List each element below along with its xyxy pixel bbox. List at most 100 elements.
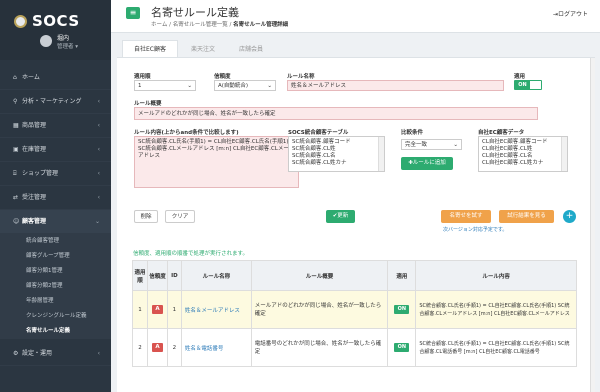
store-name: 堀内 bbox=[57, 35, 70, 42]
subitem-age-groups[interactable]: 年齢層管理 bbox=[0, 294, 111, 309]
sidebar-item-orders[interactable]: ⇄ 受注管理 ‹ bbox=[0, 186, 111, 210]
menu-toggle-button[interactable]: ≡ bbox=[126, 7, 140, 19]
user-menu[interactable]: 管理者 ▾ bbox=[57, 42, 78, 50]
table-row[interactable]: 2 A 2 姓名＆電話番号 電話番号のどれかが同じ場合、姓名が一致したら確定 O… bbox=[132, 328, 577, 367]
subitem-class1[interactable]: 顧客分類1管理 bbox=[0, 264, 111, 279]
breadcrumb: ホーム / 名寄せルール管理一覧 / 名寄せルール管理詳細 bbox=[151, 22, 289, 28]
tab-own-ec[interactable]: 自社EC顧客 bbox=[122, 40, 178, 57]
customer-submenu: 統合顧客管理 顧客グループ管理 顧客分類1管理 顧客分類2管理 年齢層管理 クレ… bbox=[0, 234, 111, 339]
cell-name: 姓名＆メールアドレス bbox=[180, 290, 252, 329]
col-id: ID bbox=[166, 260, 182, 291]
sidebar-item-analytics[interactable]: ⚲ 分析・マーケティング ‹ bbox=[0, 90, 111, 114]
summary-input[interactable]: メールアドのどれかが同じ場合、姓名が一致したら確定 bbox=[134, 107, 538, 120]
subitem-merge-rules[interactable]: 名寄せルール定義 bbox=[0, 324, 111, 339]
cell-summary: 電話番号のどれかが同じ場合、姓名が一致したら確定 bbox=[250, 328, 389, 367]
list-item[interactable]: SC統合顧客.顧客コード bbox=[292, 139, 376, 146]
cell-order: 1 bbox=[132, 290, 148, 329]
rule-link[interactable]: 姓名＆メールアドレス bbox=[185, 308, 240, 314]
table-row[interactable]: 1 A 1 姓名＆メールアドレス メールアドのどれかが同じ場合、姓名が一致したら… bbox=[132, 290, 577, 329]
accuracy-select[interactable]: A(自動統合) ⌄ bbox=[214, 80, 276, 91]
chevron-down-icon: ⌄ bbox=[453, 142, 458, 148]
list-item[interactable]: CL自社EC顧客.CL姓カナ bbox=[482, 160, 559, 167]
cell-order: 2 bbox=[132, 328, 148, 367]
add-icon[interactable]: + bbox=[563, 210, 576, 223]
list-item[interactable]: SC統合顧客.CL姓 bbox=[292, 146, 376, 153]
subitem-class2[interactable]: 顧客分類2管理 bbox=[0, 279, 111, 294]
chevron-down-icon: ⌄ bbox=[94, 218, 100, 225]
col-apply: 適用 bbox=[387, 260, 417, 291]
update-button[interactable]: ✔更新 bbox=[326, 210, 355, 223]
logout-link[interactable]: ⇥ログアウト bbox=[553, 9, 588, 18]
rule-link[interactable]: 姓名＆電話番号 bbox=[185, 346, 224, 352]
accuracy-label: 信頼度 bbox=[214, 74, 231, 80]
chevron-left-icon: ‹ bbox=[97, 98, 100, 105]
socs-field-list[interactable]: SC統合顧客.顧客コード SC統合顧客.CL姓 SC統合顧客.CL名 SC統合顧… bbox=[288, 136, 385, 172]
view-results-button[interactable]: 試行結果を見る bbox=[499, 210, 554, 223]
tab-store-members[interactable]: 店舗会員 bbox=[228, 41, 274, 58]
avatar bbox=[40, 35, 52, 47]
subitem-customer-groups[interactable]: 顧客グループ管理 bbox=[0, 249, 111, 264]
sidebar-item-customers[interactable]: ☺ 顧客管理 ⌄ bbox=[0, 210, 111, 234]
list-item[interactable]: CL自社EC顧客.顧客コード bbox=[482, 139, 559, 146]
chevron-left-icon: ‹ bbox=[97, 122, 100, 129]
subitem-cleansing-rules[interactable]: クレンジングルール定義 bbox=[0, 309, 111, 324]
sidebar: SOCS 堀内 管理者 ▾ ⌂ ホーム ⚲ 分析・マーケティング ‹ ▦ 商品管理 ‹ ▣… bbox=[0, 0, 111, 392]
col-order: 適用順 bbox=[132, 260, 148, 291]
accuracy-badge: A bbox=[151, 343, 163, 352]
stock-icon: ▣ bbox=[13, 146, 19, 153]
tab-rakuten[interactable]: 楽天注文 bbox=[180, 41, 226, 58]
apply-badge: ON bbox=[394, 343, 410, 352]
ec-field-list[interactable]: CL自社EC顧客.顧客コード CL自社EC顧客.CL姓 CL自社EC顧客.CL名… bbox=[478, 136, 568, 172]
chart-icon: ⚲ bbox=[13, 98, 18, 105]
rule-content-textarea[interactable]: SC統合顧客.CL氏名(手順1) = CL自社EC顧客.CL氏名(手順1) SC… bbox=[134, 136, 299, 188]
scrollbar[interactable] bbox=[590, 58, 595, 392]
sidebar-item-inventory[interactable]: ▣ 在庫管理 ‹ bbox=[0, 138, 111, 162]
sidebar-item-shop[interactable]: ⌸ ショップ管理 ‹ bbox=[0, 162, 111, 186]
shop-icon: ⌸ bbox=[13, 170, 17, 177]
cell-accuracy: A bbox=[146, 328, 168, 367]
chevron-down-icon: ⌄ bbox=[267, 83, 272, 89]
list-scrollbar[interactable] bbox=[378, 137, 384, 171]
list-item[interactable]: SC統合顧客.CL姓カナ bbox=[292, 160, 376, 167]
list-scrollbar[interactable] bbox=[561, 137, 567, 171]
breadcrumb-current: 名寄せルール管理詳細 bbox=[233, 22, 289, 28]
list-item[interactable]: CL自社EC顧客.CL姓 bbox=[482, 146, 559, 153]
table-note: 信頼度、適用順の順番で処理が実行されます。 bbox=[133, 251, 248, 257]
apply-toggle[interactable]: ON bbox=[514, 80, 542, 90]
accuracy-badge: A bbox=[151, 305, 163, 314]
cell-id: 2 bbox=[166, 328, 182, 367]
col-accuracy: 信頼度 bbox=[146, 260, 168, 291]
sidebar-item-home[interactable]: ⌂ ホーム bbox=[0, 66, 111, 90]
order-select[interactable]: 1 ⌄ bbox=[134, 80, 196, 91]
col-name: ルール名称 bbox=[180, 260, 252, 291]
sidebar-item-settings[interactable]: ⚙ 設定・運用 ‹ bbox=[0, 342, 111, 366]
cell-summary: メールアドのどれかが同じ場合、姓名が一致したら確定 bbox=[250, 290, 389, 329]
breadcrumb-list[interactable]: 名寄せルール管理一覧 bbox=[173, 22, 228, 28]
cell-apply: ON bbox=[387, 290, 417, 329]
condition-select[interactable]: 完全一致 ⌄ bbox=[401, 139, 462, 150]
box-icon: ▦ bbox=[13, 122, 19, 129]
delete-button[interactable]: 削除 bbox=[134, 210, 158, 223]
gear-icon: ⚙ bbox=[13, 350, 19, 357]
list-item[interactable]: SC統合顧客.CL名 bbox=[292, 153, 376, 160]
test-merge-button[interactable]: 名寄せを試す bbox=[441, 210, 491, 223]
list-item[interactable]: CL自社EC顧客.CL名 bbox=[482, 153, 559, 160]
cell-content: SC統合顧客.CL氏名(手順1) = CL自社EC顧客.CL氏名(手順1) SC… bbox=[415, 290, 577, 329]
cell-content: SC統合顧客.CL氏名(手順1) = CL自社EC顧客.CL氏名(手順1) SC… bbox=[415, 328, 577, 367]
apply-label: 適用 bbox=[514, 74, 526, 80]
chevron-left-icon: ‹ bbox=[97, 350, 100, 357]
rule-name-input[interactable]: 姓名＆メールアドレス bbox=[287, 80, 504, 91]
tab-bar: 自社EC顧客 楽天注文 店舗会員 bbox=[122, 40, 276, 57]
clear-button[interactable]: クリア bbox=[165, 210, 195, 223]
cell-id: 1 bbox=[166, 290, 182, 329]
breadcrumb-home[interactable]: ホーム bbox=[151, 22, 167, 28]
home-icon: ⌂ bbox=[13, 74, 17, 81]
subitem-integrated-customers[interactable]: 統合顧客管理 bbox=[0, 234, 111, 249]
chevron-left-icon: ‹ bbox=[97, 194, 100, 201]
ec-data-label: 自社EC顧客データ bbox=[478, 130, 525, 136]
sidebar-item-products[interactable]: ▦ 商品管理 ‹ bbox=[0, 114, 111, 138]
rule-name-label: ルール名称 bbox=[287, 74, 315, 80]
logo-icon bbox=[14, 15, 27, 28]
order-label: 適用順 bbox=[134, 74, 151, 80]
add-to-rule-button[interactable]: ✚ルールに追加 bbox=[401, 157, 453, 170]
